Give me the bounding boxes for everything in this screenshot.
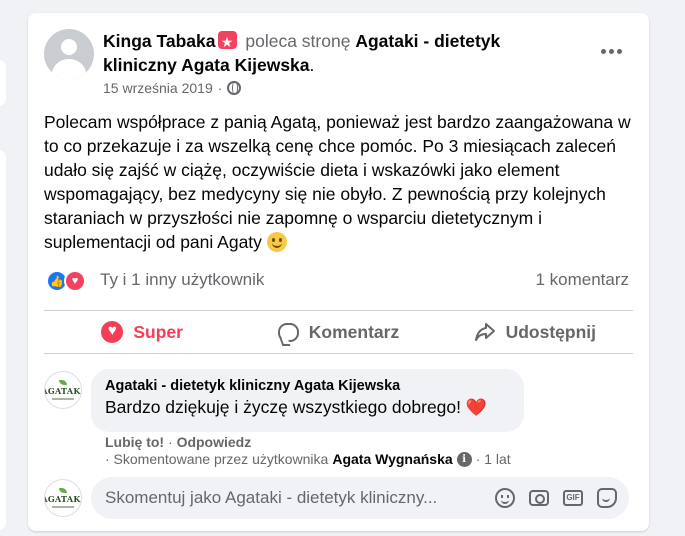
- comment-icon: [277, 322, 299, 342]
- page-avatar[interactable]: AGATAKI: [44, 371, 82, 409]
- commented-by-user[interactable]: Agata Wygnańska: [332, 451, 452, 467]
- avatar-body: [52, 59, 86, 79]
- comment-meta: · Skomentowane przez użytkownika Agata W…: [105, 451, 511, 467]
- post-body: Polecam współprace z panią Agatą, poniew…: [44, 110, 634, 254]
- love-reaction-icon: ♥: [64, 270, 86, 292]
- post-date[interactable]: 15 września 2019: [103, 80, 213, 96]
- comment-actions: Lubię to! · Odpowiedz: [105, 434, 251, 450]
- info-icon[interactable]: i: [456, 451, 472, 467]
- dot-icon: [600, 48, 606, 54]
- comment-reply-link[interactable]: Odpowiedz: [177, 434, 252, 450]
- share-icon: [474, 323, 495, 341]
- gif-icon[interactable]: GIF: [563, 490, 583, 506]
- comment-bubble: Agataki - dietetyk kliniczny Agata Kijew…: [91, 369, 524, 432]
- more-options-button[interactable]: [591, 41, 631, 61]
- reactions-row: 👍 ♥ Ty i 1 inny użytkownik 1 komentarz: [44, 266, 629, 294]
- comment-label: Komentarz: [308, 321, 400, 342]
- side-card-edge: [0, 150, 6, 530]
- post-body-text: Polecam współprace z panią Agatą, poniew…: [44, 112, 631, 252]
- post-card: Kinga Tabaka poleca stronę Agataki - die…: [28, 13, 649, 531]
- action-bar: Super Komentarz Udostępnij: [44, 310, 633, 354]
- comments-count[interactable]: 1 komentarz: [535, 270, 629, 290]
- dot-icon: [608, 48, 614, 54]
- comment-text: Bardzo dziękuję i życzę wszystkiego dobr…: [105, 397, 510, 418]
- leaf-icon: [59, 488, 67, 493]
- commented-by-prefix: · Skomentowane przez użytkownika: [105, 451, 329, 467]
- camera-icon[interactable]: [529, 490, 549, 506]
- globe-icon[interactable]: [227, 81, 242, 95]
- comment-author[interactable]: Agataki - dietetyk kliniczny Agata Kijew…: [105, 378, 510, 394]
- avatar-head: [61, 39, 77, 55]
- post-meta: 15 września 2019 ·: [103, 80, 242, 96]
- heart-icon: [101, 321, 124, 343]
- smile-emoji-icon: [266, 232, 287, 252]
- recommend-icon: [217, 30, 237, 54]
- comment-input[interactable]: [105, 488, 485, 508]
- title-period: .: [309, 55, 315, 75]
- comment-time[interactable]: · 1 lat: [476, 451, 511, 467]
- comment-like-link[interactable]: Lubię to!: [105, 434, 164, 450]
- author-name[interactable]: Kinga Tabaka: [103, 31, 216, 51]
- reactions-summary[interactable]: Ty i 1 inny użytkownik: [100, 270, 264, 290]
- author-avatar[interactable]: [44, 29, 94, 79]
- emoji-icon[interactable]: [495, 488, 515, 508]
- heart-emoji-icon: ❤️: [465, 398, 488, 417]
- post-header: Kinga Tabaka poleca stronę Agataki - die…: [44, 27, 633, 97]
- meta-separator: ·: [217, 80, 223, 96]
- composer-tools: GIF: [495, 488, 629, 508]
- share-label: Udostępnij: [505, 321, 597, 342]
- share-button[interactable]: Udostępnij: [437, 311, 633, 353]
- react-label: Super: [133, 321, 183, 342]
- recommends-text: poleca stronę: [245, 31, 351, 51]
- sticker-icon[interactable]: [597, 488, 617, 508]
- page-logo: AGATAKI: [45, 494, 81, 504]
- reaction-icons[interactable]: 👍 ♥: [44, 268, 90, 292]
- composer-avatar[interactable]: AGATAKI: [44, 479, 82, 517]
- post-title: Kinga Tabaka poleca stronę Agataki - die…: [103, 29, 573, 77]
- comment-composer: GIF: [91, 477, 629, 519]
- comment-action-separator: ·: [168, 434, 173, 450]
- logo-underline: [52, 398, 74, 400]
- logo-underline: [52, 506, 74, 508]
- page-logo: AGATAKI: [45, 386, 81, 396]
- dot-icon: [616, 48, 622, 54]
- leaf-icon: [59, 380, 67, 385]
- side-card-edge: [0, 60, 6, 106]
- comment-text-body: Bardzo dziękuję i życzę wszystkiego dobr…: [105, 397, 462, 417]
- react-button[interactable]: Super: [44, 311, 240, 353]
- comment-button[interactable]: Komentarz: [240, 311, 436, 353]
